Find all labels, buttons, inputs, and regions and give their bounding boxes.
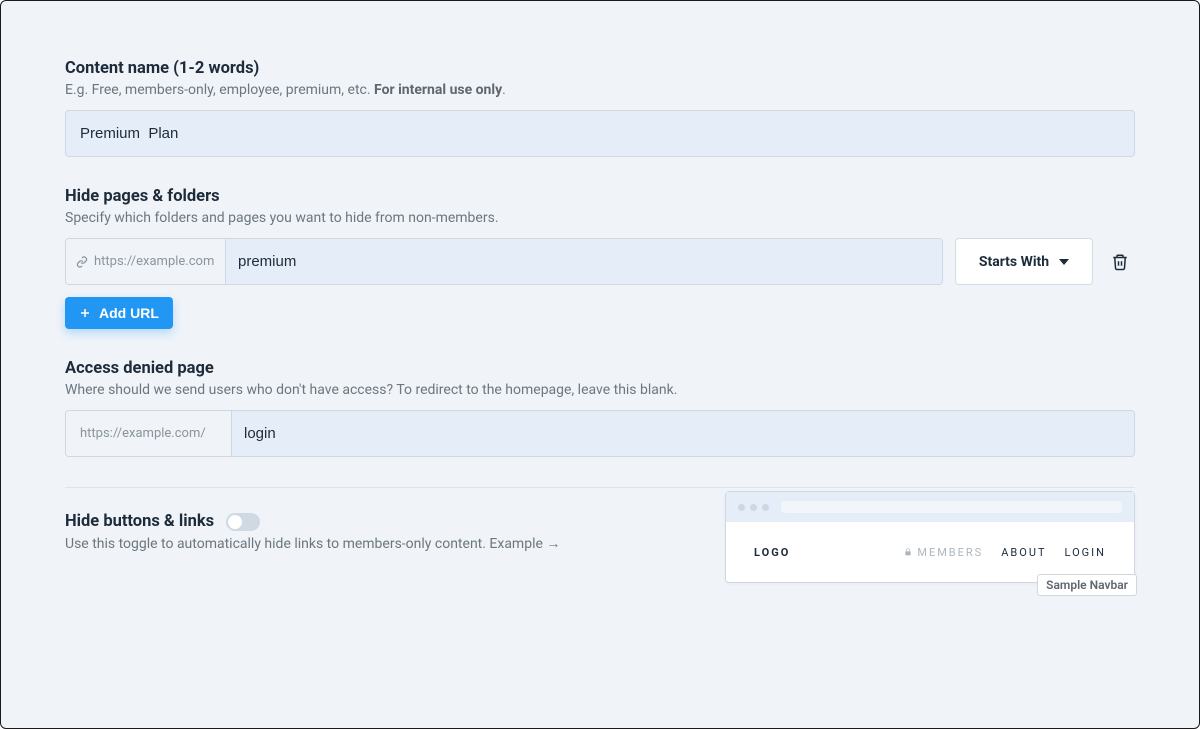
url-row: https://example.com Starts With <box>65 238 1135 285</box>
link-icon <box>76 256 88 268</box>
hide-pages-title: Hide pages & folders <box>65 187 1135 206</box>
browser-body: LOGO MEMBERS ABOUT LOGIN <box>726 522 1134 582</box>
delete-url-button[interactable] <box>1105 238 1135 285</box>
caret-down-icon <box>1059 259 1069 265</box>
access-denied-input[interactable] <box>232 411 1134 456</box>
sample-navbar-preview: LOGO MEMBERS ABOUT LOGIN Sample Navbar <box>725 491 1135 583</box>
sample-logo: LOGO <box>754 546 790 559</box>
content-name-help-bold: For internal use only <box>374 82 502 98</box>
match-type-label: Starts With <box>979 254 1049 270</box>
hide-buttons-title: Hide buttons & links <box>65 512 214 531</box>
divider <box>65 487 1135 488</box>
url-input-group: https://example.com <box>65 238 943 285</box>
add-url-button[interactable]: Add URL <box>65 297 173 329</box>
content-name-help-prefix: E.g. Free, members-only, employee, premi… <box>65 82 374 98</box>
url-path-input[interactable] <box>226 239 942 284</box>
toggle-knob <box>228 515 242 529</box>
content-name-title: Content name (1-2 words) <box>65 59 1135 78</box>
sample-nav-members: MEMBERS <box>904 546 983 559</box>
hide-buttons-toggle[interactable] <box>226 513 260 531</box>
hide-pages-section: Hide pages & folders Specify which folde… <box>65 187 1135 329</box>
trash-icon <box>1111 253 1129 271</box>
url-prefix: https://example.com <box>66 239 226 284</box>
add-url-label: Add URL <box>99 305 159 321</box>
lock-icon <box>904 547 912 557</box>
sample-nav-login: LOGIN <box>1065 546 1106 559</box>
access-input-group: https://example.com/ <box>65 410 1135 457</box>
hide-pages-help: Specify which folders and pages you want… <box>65 210 1135 226</box>
content-name-help: E.g. Free, members-only, employee, premi… <box>65 82 1135 98</box>
access-denied-help: Where should we send users who don't hav… <box>65 382 1135 398</box>
sample-navbar-badge: Sample Navbar <box>1037 574 1137 596</box>
access-denied-section: Access denied page Where should we send … <box>65 359 1135 457</box>
url-prefix-text: https://example.com <box>94 254 214 269</box>
access-prefix-text: https://example.com/ <box>80 426 206 441</box>
dot-icon <box>750 504 757 511</box>
sample-nav-about: ABOUT <box>1001 546 1046 559</box>
plus-icon <box>79 307 91 319</box>
content-name-input[interactable] <box>65 110 1135 157</box>
browser-chrome <box>726 492 1134 522</box>
dot-icon <box>762 504 769 511</box>
match-type-dropdown[interactable]: Starts With <box>955 238 1093 285</box>
access-prefix: https://example.com/ <box>66 411 232 456</box>
settings-panel: Content name (1-2 words) E.g. Free, memb… <box>0 0 1200 729</box>
content-name-section: Content name (1-2 words) E.g. Free, memb… <box>65 59 1135 157</box>
sample-members-label: MEMBERS <box>917 546 983 559</box>
sample-nav-links: MEMBERS ABOUT LOGIN <box>904 546 1106 559</box>
access-denied-title: Access denied page <box>65 359 1135 378</box>
address-bar <box>781 501 1122 513</box>
window-dots <box>738 504 769 511</box>
dot-icon <box>738 504 745 511</box>
period: . <box>502 82 506 98</box>
